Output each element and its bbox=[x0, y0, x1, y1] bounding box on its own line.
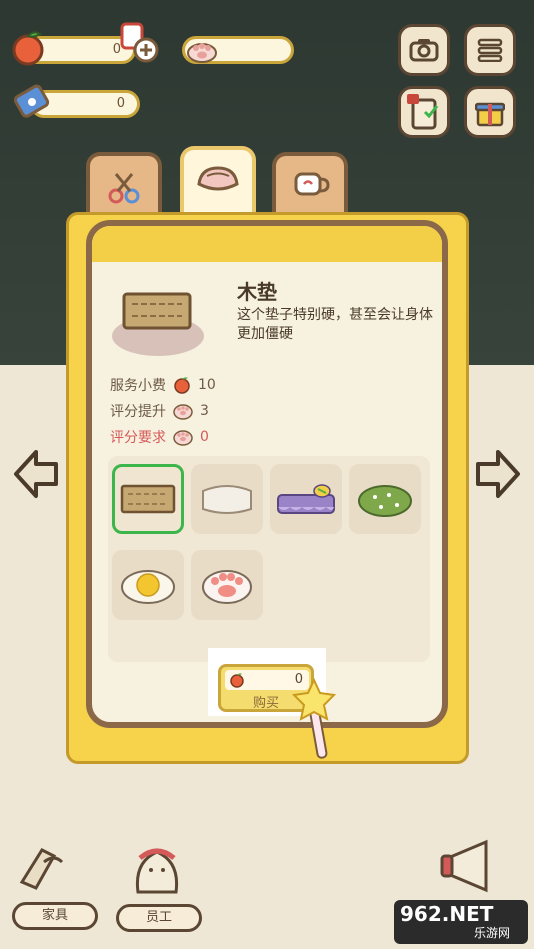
purple-bed-icon bbox=[277, 484, 335, 514]
star-wand-icon bbox=[291, 677, 337, 759]
cushion-icon bbox=[197, 166, 239, 191]
watermark-logo: 962.NET 乐游网 bbox=[394, 900, 528, 944]
staff-button[interactable]: 员工 bbox=[116, 904, 202, 932]
egg-cushion-icon bbox=[121, 570, 175, 604]
staff-icon bbox=[124, 836, 190, 902]
stat-value: 0 bbox=[200, 429, 209, 445]
stat-row-rating-boost: 评分提升 3 bbox=[110, 400, 310, 422]
slot-wooden-mat[interactable] bbox=[112, 464, 184, 534]
stat-label: 评分要求 bbox=[110, 430, 166, 446]
wooden-mat-icon bbox=[112, 292, 204, 356]
apple-icon bbox=[8, 28, 48, 68]
stat-row-tip: 服务小费 10 bbox=[110, 374, 310, 396]
clipboard-icon bbox=[407, 94, 439, 130]
ticket-icon bbox=[10, 80, 54, 124]
wooden-mat-icon bbox=[120, 484, 176, 514]
camera-icon bbox=[409, 39, 439, 62]
paw-icon bbox=[184, 38, 220, 64]
slot-purple-bed[interactable] bbox=[270, 464, 342, 534]
staff-label: 员工 bbox=[145, 910, 172, 925]
apple-icon bbox=[230, 673, 244, 688]
paw-icon bbox=[173, 404, 193, 420]
slot-white-cushion[interactable] bbox=[191, 464, 263, 534]
tutorial-pointer-wand bbox=[288, 676, 340, 762]
gift-button[interactable] bbox=[464, 86, 516, 138]
megaphone-button[interactable] bbox=[438, 836, 510, 896]
scissors-icon bbox=[108, 173, 140, 204]
checklist-button[interactable] bbox=[398, 86, 450, 138]
arrow-right-icon bbox=[476, 450, 520, 498]
stat-value: 3 bbox=[200, 403, 209, 419]
add-currency-button[interactable] bbox=[120, 22, 160, 64]
furniture-button[interactable]: 家具 bbox=[12, 902, 98, 930]
previous-arrow-button[interactable] bbox=[12, 448, 60, 500]
furniture-icon bbox=[14, 842, 68, 902]
item-name: 木垫 bbox=[237, 280, 277, 304]
watermark-sub: 乐游网 bbox=[474, 926, 511, 940]
stat-label: 服务小费 bbox=[110, 378, 166, 394]
stat-row-rating-requirement: 评分要求 0 bbox=[110, 426, 310, 448]
grass-mat-icon bbox=[358, 485, 412, 517]
menu-button[interactable] bbox=[464, 24, 516, 76]
item-preview bbox=[110, 282, 206, 360]
arrow-left-icon bbox=[14, 450, 58, 498]
paw-icon bbox=[173, 430, 193, 446]
stat-value: 10 bbox=[198, 377, 216, 393]
apple-icon bbox=[174, 377, 190, 394]
megaphone-icon bbox=[440, 839, 488, 893]
stat-label: 评分提升 bbox=[110, 404, 166, 420]
camera-button[interactable] bbox=[398, 24, 450, 76]
menu-list-icon bbox=[477, 38, 503, 62]
watermark-main: 962.NET bbox=[400, 902, 494, 926]
paw-cushion-icon bbox=[202, 570, 252, 604]
white-cushion-icon bbox=[202, 485, 252, 514]
item-description: 这个垫子特别硬，甚至会让身体更加僵硬 bbox=[237, 307, 433, 342]
slot-paw-cushion[interactable] bbox=[191, 550, 263, 620]
gift-icon bbox=[475, 102, 505, 127]
furniture-label: 家具 bbox=[41, 908, 68, 923]
slot-grass-mat[interactable] bbox=[349, 464, 421, 534]
cup-icon bbox=[294, 172, 330, 196]
next-arrow-button[interactable] bbox=[474, 448, 522, 500]
panel-header bbox=[92, 226, 442, 262]
slot-egg-cushion[interactable] bbox=[112, 550, 184, 620]
ticket-count: 0 bbox=[116, 96, 125, 111]
